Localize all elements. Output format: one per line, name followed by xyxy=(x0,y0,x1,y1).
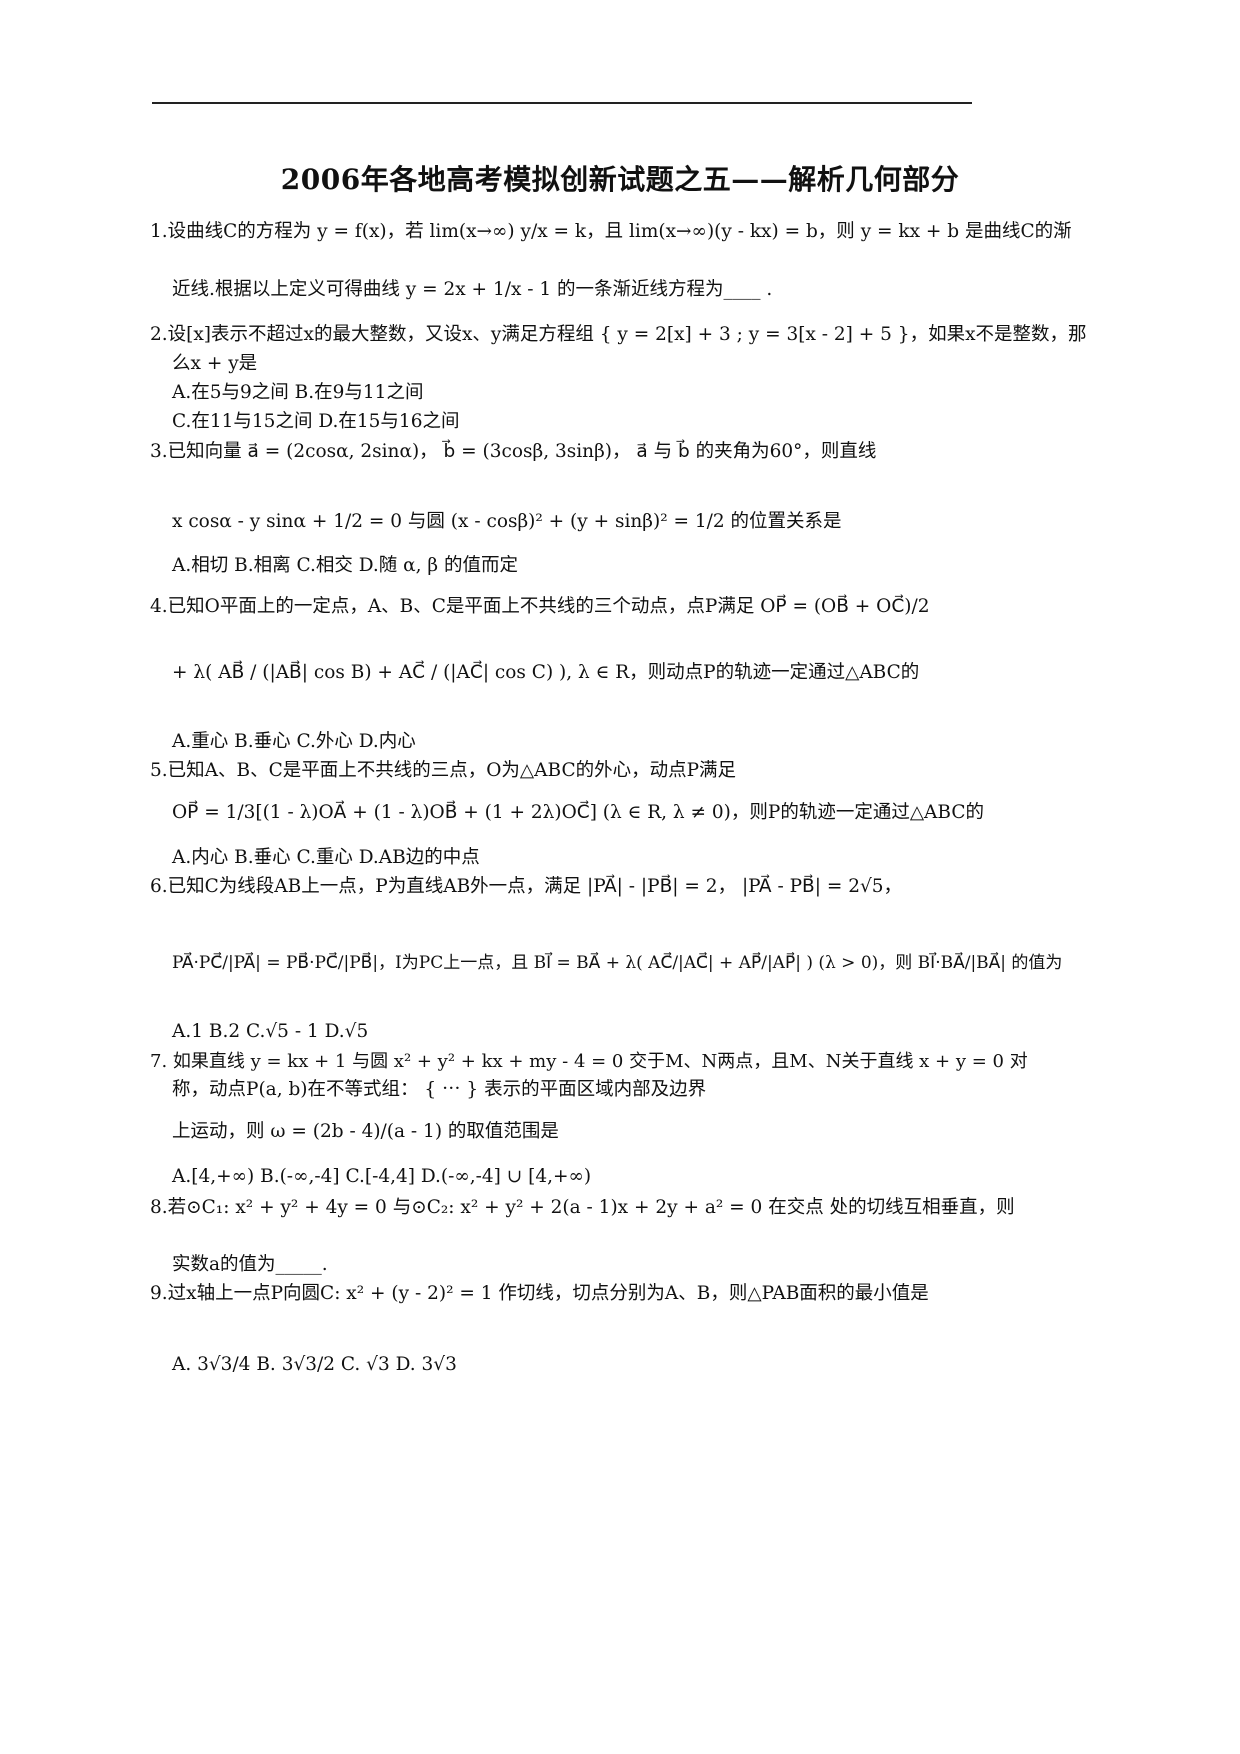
question-line: 近线.根据以上定义可得曲线 y = 2x + 1/x - 1 的一条渐近线方程为… xyxy=(172,279,773,300)
page-title: 2006年各地高考模拟创新试题之五——解析几何部分 xyxy=(280,163,960,196)
question-line: 9.过x轴上一点P向圆C: x² + (y - 2)² = 1 作切线，切点分别… xyxy=(150,1283,929,1304)
answer-options: A.重心 B.垂心 C.外心 D.内心 xyxy=(172,731,416,752)
question-line: OP⃗ = 1/3[(1 - λ)OA⃗ + (1 - λ)OB⃗ + (1 +… xyxy=(172,802,985,823)
question-line: 3.已知向量 a⃗ = (2cosα, 2sinα)， b⃗ = (3cosβ,… xyxy=(150,441,877,462)
answer-options: A.[4,+∞) B.(-∞,-4] C.[-4,4] D.(-∞,-4] ∪ … xyxy=(172,1166,592,1187)
question-line: PA⃗·PC⃗/|PA⃗| = PB⃗·PC⃗/|PB⃗|，I为PC上一点，且 … xyxy=(172,953,1063,973)
question-line: 8.若⊙C₁: x² + y² + 4y = 0 与⊙C₂: x² + y² +… xyxy=(150,1197,1015,1218)
answer-options: A.1 B.2 C.√5 - 1 D.√5 xyxy=(172,1021,369,1042)
answer-options: A. 3√3/4 B. 3√3/2 C. √3 D. 3√3 xyxy=(172,1354,457,1375)
answer-options: A.内心 B.垂心 C.重心 D.AB边的中点 xyxy=(172,847,480,868)
answer-options: A.在5与9之间 B.在9与11之间 xyxy=(172,382,424,403)
question-line: 上运动，则 ω = (2b - 4)/(a - 1) 的取值范围是 xyxy=(172,1121,559,1142)
question-line: x cosα - y sinα + 1/2 = 0 与圆 (x - cosβ)²… xyxy=(172,511,842,532)
question-line: 6.已知C为线段AB上一点，P为直线AB外一点，满足 |PA⃗| - |PB⃗|… xyxy=(150,876,903,897)
question-line: 4.已知O平面上的一定点，A、B、C是平面上不共线的三个动点，点P满足 OP⃗ … xyxy=(150,596,930,617)
question-line: 5.已知A、B、C是平面上不共线的三点，O为△ABC的外心，动点P满足 xyxy=(150,760,737,781)
question-line: 称，动点P(a, b)在不等式组： { ⋯ } 表示的平面区域内部及边界 xyxy=(172,1079,707,1100)
header-rule xyxy=(152,102,972,104)
question-line: 1.设曲线C的方程为 y = f(x)，若 lim(x→∞) y/x = k，且… xyxy=(150,221,1072,242)
question-line: + λ( AB⃗ / (|AB⃗| cos B) + AC⃗ / (|AC⃗| … xyxy=(172,662,920,683)
answer-options: C.在11与15之间 D.在15与16之间 xyxy=(172,411,460,432)
question-line: 实数a的值为_____. xyxy=(172,1254,328,1275)
question-line: 7. 如果直线 y = kx + 1 与圆 x² + y² + kx + my … xyxy=(150,1051,1028,1072)
question-line: 么x + y是 xyxy=(172,353,258,374)
answer-options: A.相切 B.相离 C.相交 D.随 α, β 的值而定 xyxy=(172,555,518,576)
question-line: 2.设[x]表示不超过x的最大整数，又设x、y满足方程组 { y = 2[x] … xyxy=(150,324,1087,345)
